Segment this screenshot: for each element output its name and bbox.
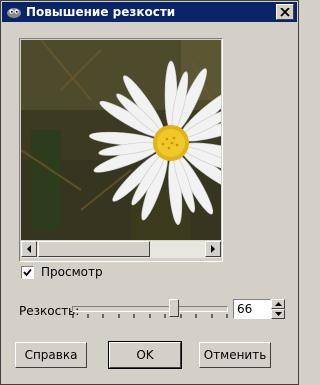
check-icon xyxy=(23,268,32,277)
title-bar: Повышение резкости xyxy=(2,2,297,22)
preview-label: Просмотр xyxy=(41,265,103,279)
sharpen-dialog: Повышение резкости Просмотр Резкость: 66… xyxy=(0,0,299,385)
cancel-button-label: Отменить xyxy=(203,348,267,362)
scroll-left-button[interactable] xyxy=(21,241,37,257)
spin-down-button[interactable] xyxy=(271,309,285,319)
sharpness-value-input[interactable]: 66 xyxy=(233,299,271,319)
cancel-button[interactable]: Отменить xyxy=(199,342,271,368)
close-button[interactable] xyxy=(276,4,294,20)
sharpness-label: Резкость: xyxy=(19,304,80,318)
preview-area xyxy=(19,38,223,262)
close-icon xyxy=(280,7,290,17)
arrow-right-icon xyxy=(211,245,215,253)
ok-button[interactable]: OK xyxy=(108,341,182,369)
window-title: Повышение резкости xyxy=(26,5,176,19)
sharpness-slider-thumb[interactable] xyxy=(169,299,179,317)
slider-ticks xyxy=(72,314,228,318)
sharpness-spinbox[interactable]: 66 xyxy=(233,299,285,319)
arrow-left-icon xyxy=(27,245,31,253)
preview-checkbox[interactable] xyxy=(21,266,34,279)
sharpness-slider-track[interactable] xyxy=(72,306,228,312)
arrow-up-icon xyxy=(274,302,282,306)
ok-button-label: OK xyxy=(136,348,154,362)
spin-up-button[interactable] xyxy=(271,299,285,309)
arrow-down-icon xyxy=(274,312,282,316)
preview-image[interactable] xyxy=(21,40,221,240)
help-button[interactable]: Справка xyxy=(15,342,87,368)
help-button-label: Справка xyxy=(24,348,78,362)
horizontal-scrollbar[interactable] xyxy=(21,241,221,258)
scroll-thumb[interactable] xyxy=(38,241,150,257)
scroll-right-button[interactable] xyxy=(205,241,221,257)
gimp-icon xyxy=(6,4,22,20)
